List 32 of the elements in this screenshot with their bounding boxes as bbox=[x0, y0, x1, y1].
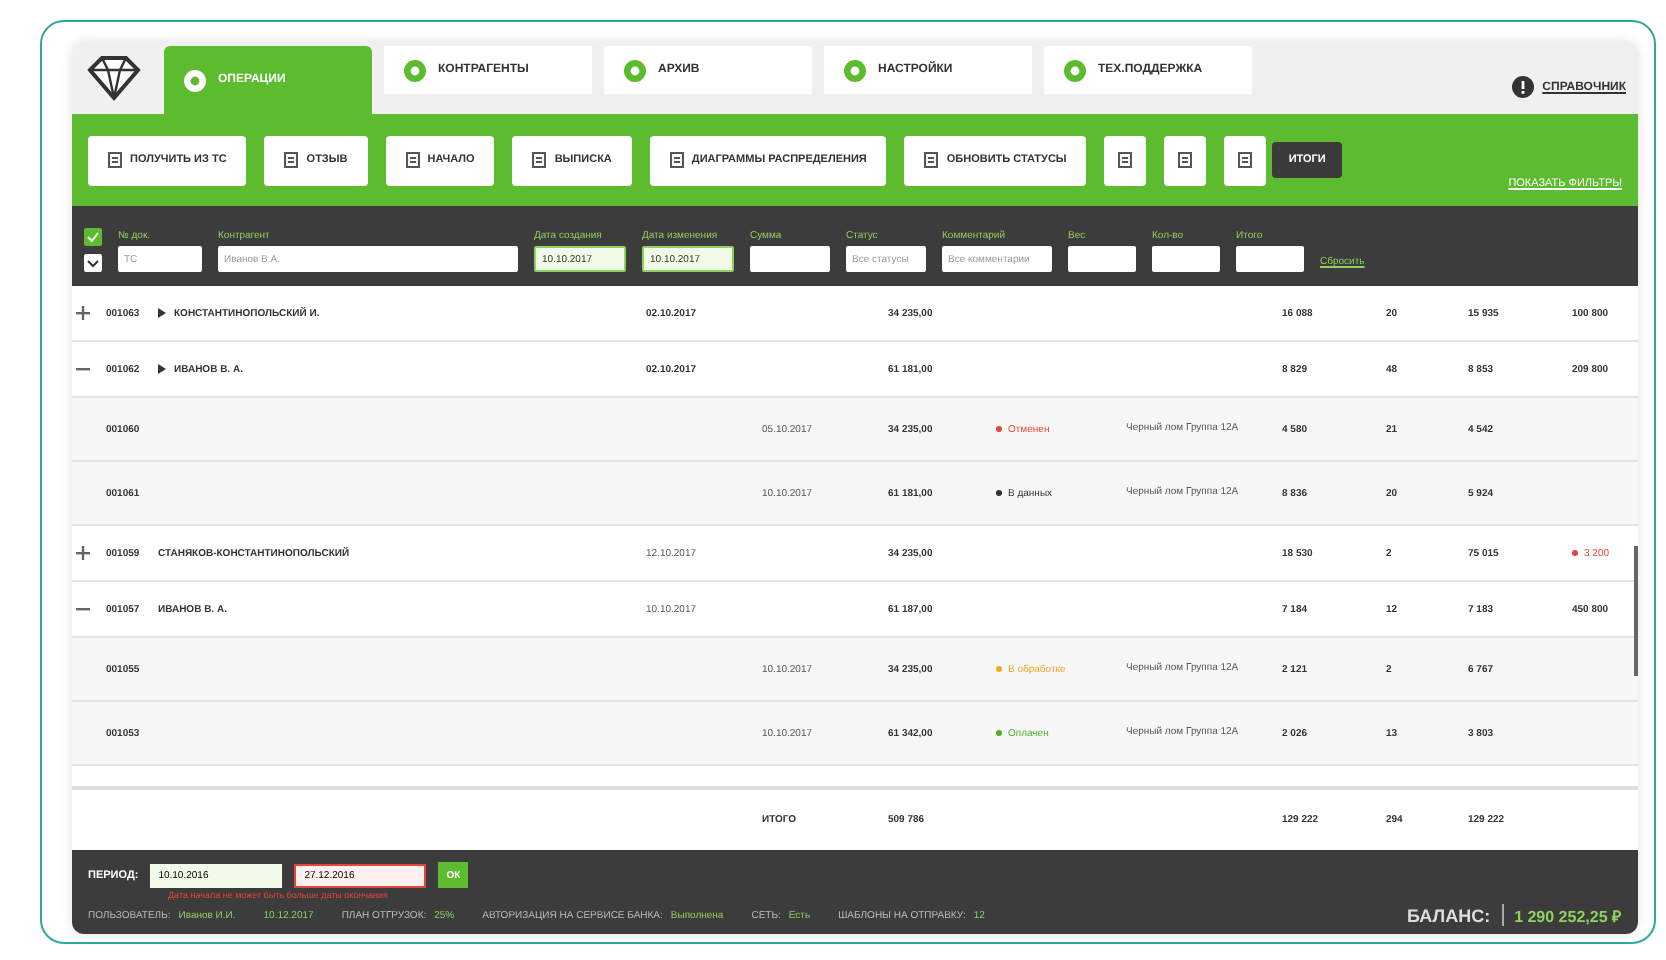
balance-value: 1 290 252,25 ₽ bbox=[1502, 904, 1622, 926]
document-icon bbox=[669, 152, 684, 168]
document-icon bbox=[1238, 152, 1253, 168]
document-icon bbox=[1118, 152, 1133, 168]
circle-icon bbox=[624, 59, 646, 81]
document-icon bbox=[108, 152, 122, 168]
balance-label: БАЛАНС: bbox=[1407, 905, 1491, 925]
circle-icon bbox=[1064, 59, 1086, 81]
filter-field[interactable] bbox=[1236, 246, 1304, 272]
diamond-logo-icon bbox=[84, 54, 144, 102]
filter-field[interactable] bbox=[750, 246, 830, 272]
plus-icon[interactable] bbox=[76, 546, 90, 560]
circle-icon bbox=[404, 59, 426, 81]
filter-field[interactable] bbox=[1152, 246, 1220, 272]
document-icon bbox=[924, 152, 939, 168]
filter-field[interactable] bbox=[1068, 246, 1136, 272]
icon-button[interactable] bbox=[1104, 135, 1147, 185]
icon-button[interactable] bbox=[1164, 135, 1207, 185]
collapse-icon bbox=[84, 254, 102, 272]
checkbox-icon bbox=[84, 228, 102, 246]
minus-icon[interactable] bbox=[76, 602, 90, 616]
minus-icon[interactable] bbox=[76, 362, 90, 376]
circle-icon bbox=[844, 59, 866, 81]
document-icon bbox=[532, 152, 547, 168]
circle-icon bbox=[184, 69, 206, 91]
plus-icon[interactable] bbox=[76, 306, 90, 320]
scrollbar[interactable] bbox=[1634, 546, 1638, 676]
document-icon bbox=[284, 152, 299, 168]
help-icon bbox=[1512, 76, 1535, 98]
document-icon bbox=[1178, 152, 1193, 168]
icon-button[interactable] bbox=[1224, 135, 1267, 185]
document-icon bbox=[405, 152, 420, 168]
